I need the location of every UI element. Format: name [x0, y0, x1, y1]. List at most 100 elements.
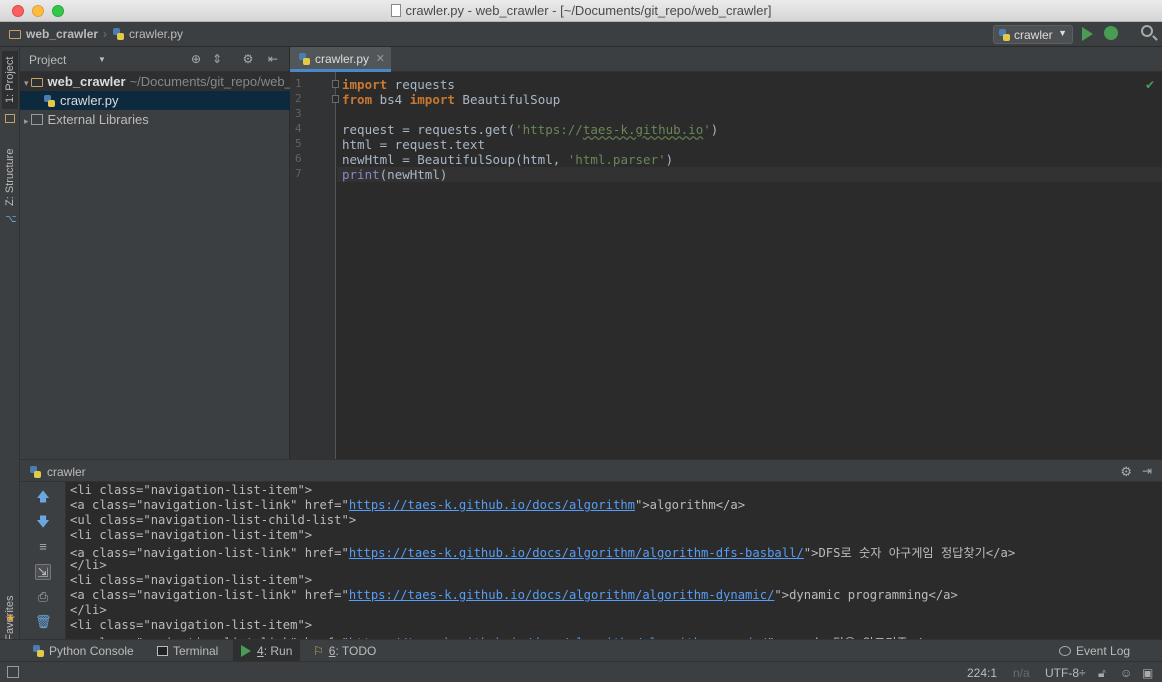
- inspector-icon[interactable]: ☺: [1120, 666, 1132, 680]
- code-token: from: [342, 92, 373, 107]
- tab-structure[interactable]: Z: Structure: [2, 143, 18, 212]
- python-file-icon: [30, 466, 41, 478]
- project-panel: Project ▼ ⊕ ⇕ ⚙ ⇤ ▾ web_crawler ~/Document…: [20, 47, 290, 459]
- lock-icon[interactable]: 🔓︎: [1098, 666, 1106, 681]
- run-button[interactable]: [1082, 27, 1093, 41]
- tree-item-crawler-py[interactable]: crawler.py: [20, 91, 290, 110]
- code-token: import: [409, 92, 455, 107]
- caret-position[interactable]: 224:1: [967, 666, 997, 680]
- tab-run[interactable]: 4: Run: [233, 640, 301, 661]
- code-token: taes-k.github.io: [582, 122, 704, 137]
- file-icon: [390, 4, 401, 17]
- chevron-right-icon[interactable]: ▸: [24, 116, 29, 126]
- code-token: newHtml = BeautifulSoup(html,: [342, 152, 568, 167]
- tree-item-project-root[interactable]: ▾web_crawler~/Documents/git_repo/web_cra…: [20, 72, 290, 91]
- locate-icon[interactable]: ⊕: [190, 53, 202, 65]
- code-line: import requests: [342, 77, 455, 92]
- code-token: request = requests.get(: [342, 122, 516, 137]
- tab-todo[interactable]: ⚐ 6: TODO: [313, 644, 376, 658]
- run-configuration-select[interactable]: crawler ▼: [993, 25, 1073, 44]
- console-text: </li>: [70, 603, 107, 617]
- scroll-to-end-icon[interactable]: ⇲: [35, 564, 51, 580]
- terminal-icon: [157, 646, 168, 656]
- console-line: <li class="navigation-list-item">: [70, 618, 312, 632]
- console-line: <a class="navigation-list-link" href="ht…: [70, 588, 958, 602]
- folder-icon: [9, 30, 21, 39]
- tab-crawler-py[interactable]: crawler.py ✕: [290, 47, 391, 72]
- console-line: </li>: [70, 558, 107, 572]
- down-arrow-icon[interactable]: 🡇: [35, 514, 51, 530]
- line-number-gutter: 1 2 3 4 5 6 7: [290, 72, 336, 459]
- line-separator: n/a: [1013, 666, 1030, 680]
- breadcrumb-separator: ›: [103, 27, 108, 41]
- soft-wrap-icon[interactable]: ≡: [35, 539, 51, 555]
- console-link[interactable]: https://taes-k.github.io/docs/algorithm/…: [349, 588, 775, 602]
- close-icon[interactable]: ✕: [376, 52, 385, 65]
- breadcrumb-file[interactable]: crawler.py: [113, 27, 183, 41]
- code-line: print(newHtml): [342, 167, 447, 182]
- gear-icon[interactable]: ⚙: [242, 53, 254, 65]
- run-icon: [241, 645, 251, 657]
- run-tab-crawler[interactable]: crawler: [30, 465, 86, 479]
- tab-terminal[interactable]: Terminal: [157, 644, 218, 658]
- run-toolbar: 🡅 🡇 ≡ ⇲ ⎙ 🗑: [20, 482, 66, 640]
- console-text: <li class="navigation-list-item">: [70, 528, 313, 542]
- hide-panel-icon[interactable]: ⇤: [267, 53, 279, 65]
- line-number: 7: [295, 167, 302, 180]
- window-title-bar: crawler.py - web_crawler - [~/Documents/…: [0, 0, 1162, 22]
- chevron-down-icon[interactable]: ▾: [24, 78, 29, 88]
- code-token: 'https://: [515, 122, 583, 137]
- code-token: html = request.text: [342, 137, 485, 152]
- code-token: 'html.parser': [567, 152, 666, 167]
- console-text: ">dynamic programming</a>: [774, 588, 958, 602]
- hide-panel-icon[interactable]: ⇥: [1142, 464, 1152, 478]
- console-output[interactable]: <li class="navigation-list-item"> <a clas…: [66, 482, 1162, 640]
- debug-button[interactable]: [1104, 26, 1118, 40]
- python-console-icon: [33, 645, 44, 657]
- print-icon[interactable]: ⎙: [35, 589, 51, 605]
- up-arrow-icon[interactable]: 🡅: [35, 489, 51, 505]
- fold-marker-icon[interactable]: [332, 95, 339, 103]
- search-icon[interactable]: [1141, 25, 1153, 37]
- left-tool-stripe: 1: Project Z: Structure ⌥ 2: Favorites ★: [0, 47, 20, 661]
- gear-icon[interactable]: ⚙: [1120, 464, 1132, 480]
- project-panel-header: Project ▼ ⊕ ⇕ ⚙ ⇤: [20, 47, 289, 72]
- console-text: <li class="navigation-list-item">: [70, 618, 313, 632]
- event-log-icon: [1059, 646, 1071, 656]
- bottom-tool-tabs: Python Console Terminal 4: Run ⚐ 6: TODO …: [0, 639, 1162, 661]
- breadcrumb-project[interactable]: web_crawler ›: [9, 27, 107, 41]
- code-token: requests: [387, 77, 455, 92]
- tab-python-console[interactable]: Python Console: [33, 644, 134, 658]
- folder-icon: [30, 78, 43, 87]
- python-file-icon: [299, 53, 310, 65]
- console-line: <li class="navigation-list-item">: [70, 483, 312, 497]
- trash-icon[interactable]: 🗑: [35, 614, 52, 630]
- chevron-down-icon[interactable]: ▼: [98, 55, 106, 64]
- tree-item-external-libraries[interactable]: ▸ External Libraries: [20, 110, 290, 129]
- console-link[interactable]: https://taes-k.github.io/docs/algorithm/…: [349, 546, 804, 560]
- tab-event-log[interactable]: Event Log: [1059, 644, 1130, 658]
- console-text: ">DFS로 숫자 야구게임 정답찾기</a>: [803, 546, 1016, 560]
- console-link[interactable]: https://taes-k.github.io/docs/algorithm: [349, 498, 635, 512]
- line-number: 4: [295, 122, 302, 135]
- navigation-bar: web_crawler › crawler.py crawler ▼: [0, 22, 1162, 47]
- chevron-down-icon: ▼: [1058, 28, 1067, 38]
- notifications-icon[interactable]: ▣: [1142, 666, 1153, 680]
- console-line: <li class="navigation-list-item">: [70, 573, 312, 587]
- file-encoding[interactable]: UTF-8÷: [1045, 666, 1086, 680]
- editor-tab-bar: crawler.py ✕: [290, 47, 1162, 72]
- window-title-text: crawler.py - web_crawler - [~/Documents/…: [405, 3, 772, 18]
- tab-project[interactable]: 1: Project: [2, 50, 18, 109]
- project-view-select[interactable]: Project: [29, 53, 66, 67]
- toggle-tool-windows-icon[interactable]: [7, 666, 19, 678]
- code-token: BeautifulSoup: [454, 92, 561, 107]
- python-file-icon: [113, 28, 124, 40]
- collapse-all-icon[interactable]: ⇕: [211, 53, 223, 65]
- code-line: from bs4 import BeautifulSoup: [342, 92, 560, 107]
- fold-marker-icon[interactable]: [332, 80, 339, 88]
- console-line: <a class="navigation-list-link" href="ht…: [70, 498, 745, 512]
- console-line: <a class="navigation-list-link" href="ht…: [70, 543, 1015, 561]
- current-line-highlight: [337, 167, 1162, 182]
- python-file-icon: [999, 29, 1010, 41]
- todo-icon: ⚐: [313, 644, 324, 658]
